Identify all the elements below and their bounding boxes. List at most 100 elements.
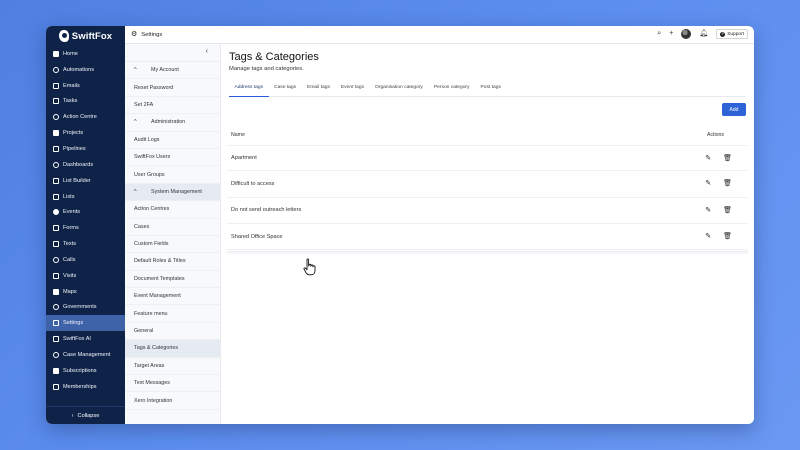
logo[interactable]: SwiftFox — [46, 27, 125, 45]
nav-item-home[interactable]: Home — [46, 46, 125, 62]
nav-item-label: Home — [63, 50, 78, 57]
trash-icon[interactable]: 🗑︎ — [723, 232, 732, 241]
page-title: Tags & Categories — [229, 51, 319, 63]
submenu-item-general[interactable]: General — [125, 323, 220, 341]
tab-case-tags[interactable]: Case tags — [269, 81, 302, 97]
tab-event-tags[interactable]: Event tags — [335, 81, 369, 97]
nav-item-label: Automations — [63, 66, 95, 73]
nav-item-maps[interactable]: Maps — [46, 284, 125, 300]
submenu-section-administration[interactable]: ^ Administration — [125, 114, 220, 132]
submenu-label: SwiftFox Users — [134, 154, 171, 161]
nav-item-forms[interactable]: Forms — [46, 220, 125, 236]
collapse-button[interactable]: ‹ Collapse — [46, 406, 125, 424]
top-bar: ⚙ Settings ⌕ + 🔔︎ ? Support — [125, 26, 754, 44]
submenu-item-custom-fields[interactable]: Custom Fields — [125, 236, 220, 254]
tab-address-tags[interactable]: Address tags — [229, 81, 269, 97]
nav-item-events[interactable]: Events — [46, 204, 125, 220]
search-icon[interactable]: ⌕ — [657, 29, 661, 39]
nav-item-label: Events — [63, 209, 81, 216]
nav-item-label: Visits — [63, 272, 77, 279]
map-icon — [53, 288, 59, 295]
tab-email-tags[interactable]: Email tags — [302, 81, 336, 97]
nav-item-governments[interactable]: Governments — [46, 300, 125, 316]
nav-item-emails[interactable]: Emails — [46, 78, 125, 94]
edit-icon[interactable]: ✎ — [705, 206, 711, 215]
submenu-label: Set 2FA — [134, 101, 154, 108]
nav-item-calls[interactable]: Calls — [46, 252, 125, 268]
nav-item-case-management[interactable]: Case Management — [46, 347, 125, 363]
submenu-item-reset-password[interactable]: Reset Password — [125, 79, 220, 97]
gear-icon: ⚙ — [131, 31, 138, 38]
nav-item-subscriptions[interactable]: Subscriptions — [46, 363, 125, 379]
nav-item-tasks[interactable]: Tasks — [46, 94, 125, 110]
edit-icon[interactable]: ✎ — [705, 154, 711, 163]
bell-icon[interactable]: 🔔︎ — [699, 29, 708, 39]
nav-item-label: List Builder — [63, 177, 91, 184]
chevron-left-icon[interactable]: ‹ — [206, 48, 208, 55]
tab-person-category[interactable]: Person category — [428, 81, 475, 97]
submenu-label: Custom Fields — [134, 241, 169, 248]
table-header: Name Actions — [227, 129, 748, 143]
nav-item-label: Action Centre — [63, 114, 97, 121]
table-row: Difficult to access ✎ 🗑︎ — [227, 171, 748, 198]
nav-item-dashboards[interactable]: Dashboards — [46, 157, 125, 173]
tab-organisation-category[interactable]: Organisation category — [370, 81, 429, 97]
support-label: Support — [727, 31, 744, 37]
submenu-section-system-management[interactable]: ^ System Management — [125, 183, 220, 202]
tag-name: Shared Office Space — [231, 233, 283, 240]
submenu-label: Feature menu — [134, 310, 168, 317]
nav-item-swiftfox-ai[interactable]: SwiftFox AI — [46, 331, 125, 347]
submenu-item-tags-categories[interactable]: Tags & Categories — [125, 340, 220, 358]
column-header-name: Name — [231, 132, 245, 138]
nav-item-automations[interactable]: Automations — [46, 62, 125, 78]
submenu-label: General — [134, 328, 154, 335]
nav-item-memberships[interactable]: Memberships — [46, 379, 125, 395]
chevron-up-icon: ^ — [134, 188, 137, 195]
trash-icon[interactable]: 🗑︎ — [723, 206, 732, 215]
phone-icon — [53, 256, 59, 263]
support-button[interactable]: ? Support — [716, 29, 748, 39]
calendar-icon — [53, 209, 59, 216]
main-content: Tags & Categories Manage tags and catego… — [221, 44, 754, 424]
nav-item-projects[interactable]: Projects — [46, 125, 125, 141]
tab-post-tags[interactable]: Post tags — [475, 81, 506, 97]
trash-icon[interactable]: 🗑︎ — [723, 154, 732, 163]
submenu-item-event-management[interactable]: Event Management — [125, 288, 220, 306]
edit-icon[interactable]: ✎ — [705, 179, 711, 188]
plus-icon[interactable]: + — [669, 29, 673, 39]
submenu-item-default-roles-titles[interactable]: Default Roles & Titles — [125, 253, 220, 271]
submenu-item-text-messages[interactable]: Text Messages — [125, 375, 220, 393]
filter-icon — [53, 145, 59, 152]
add-button[interactable]: Add — [722, 103, 746, 116]
tag-name: Do not send outreach letters — [231, 207, 302, 214]
submenu-item-target-areas[interactable]: Target Areas — [125, 358, 220, 376]
submenu-item-xero-integration[interactable]: Xero Integration — [125, 392, 220, 410]
nav-item-label: Memberships — [63, 383, 97, 390]
nav-item-lists[interactable]: Lists — [46, 189, 125, 205]
submenu-item-user-groups[interactable]: User Groups — [125, 166, 220, 184]
submenu-item-set-2fa[interactable]: Set 2FA — [125, 97, 220, 115]
nav-item-list-builder[interactable]: List Builder — [46, 173, 125, 189]
nav-item-texts[interactable]: Texts — [46, 236, 125, 252]
submenu-item-action-centres[interactable]: Action Centres — [125, 201, 220, 219]
submenu-item-cases[interactable]: Cases — [125, 219, 220, 236]
trash-icon[interactable]: 🗑︎ — [723, 179, 732, 188]
nav-item-label: Pipelines — [63, 145, 86, 152]
avatar[interactable] — [681, 29, 692, 39]
nav-item-settings[interactable]: Settings — [46, 315, 125, 332]
nav-item-label: SwiftFox AI — [63, 336, 91, 343]
submenu-item-feature-menu[interactable]: Feature menu — [125, 305, 220, 323]
check-circle-icon — [53, 98, 59, 105]
submenu-item-document-templates[interactable]: Document Templates — [125, 271, 220, 289]
nav-item-action-centre[interactable]: Action Centre — [46, 109, 125, 125]
submenu-section-my-account[interactable]: ^ My Account — [125, 62, 220, 80]
row-actions: ✎ 🗑︎ — [705, 179, 732, 188]
hand-cursor-icon — [303, 258, 316, 276]
nav-item-visits[interactable]: Visits — [46, 268, 125, 284]
submenu-item-audit-logs[interactable]: Audit Logs — [125, 132, 220, 149]
main-nav: SwiftFox Home Automations Emails Tasks Actio… — [46, 26, 125, 424]
nav-item-pipelines[interactable]: Pipelines — [46, 141, 125, 157]
submenu-item-swiftfox-users[interactable]: SwiftFox Users — [125, 149, 220, 167]
edit-icon[interactable]: ✎ — [705, 232, 711, 241]
nav-item-label: Governments — [63, 304, 97, 311]
